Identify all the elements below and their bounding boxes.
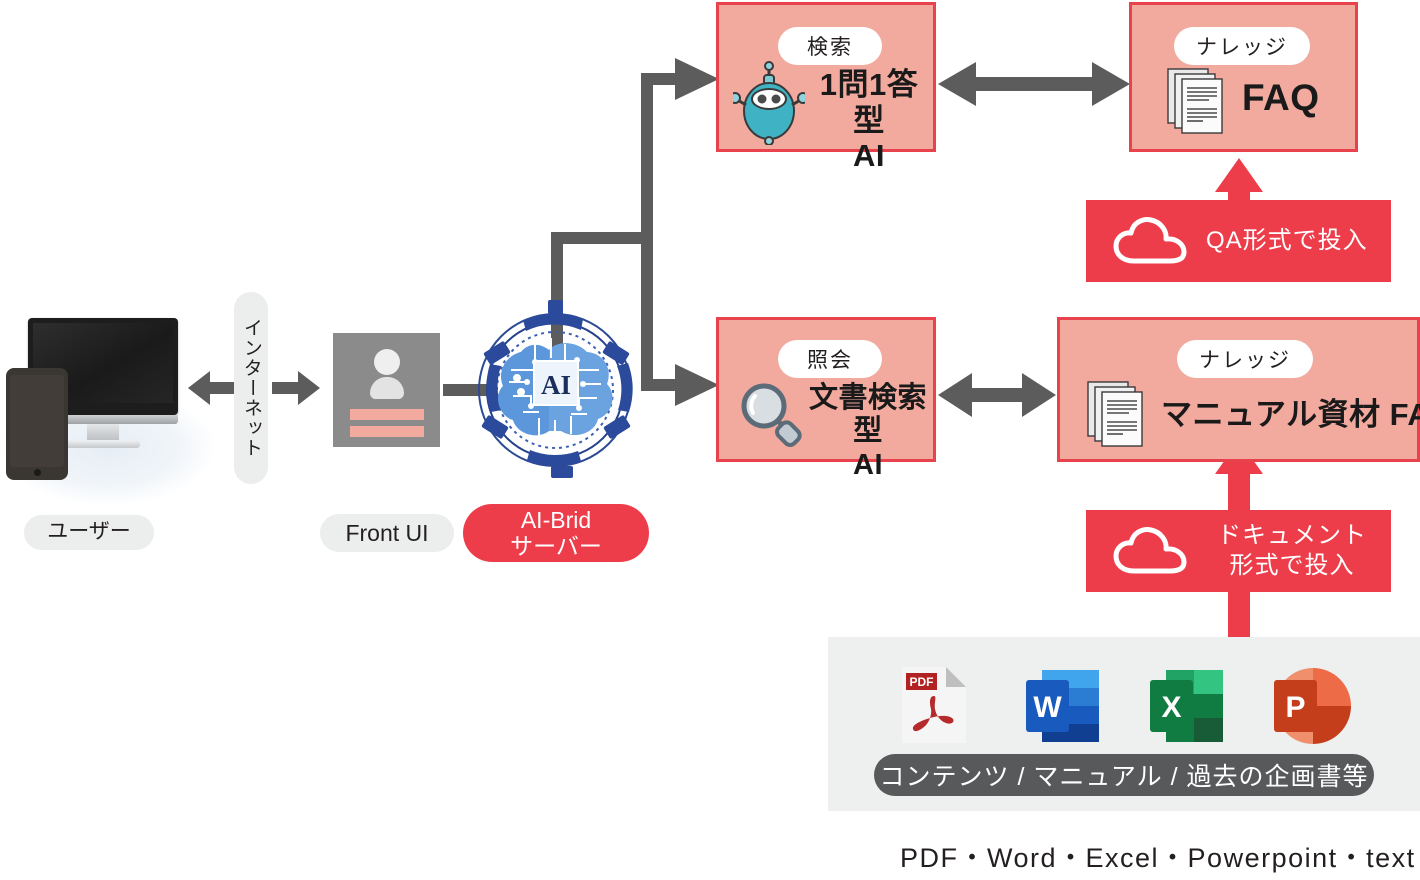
excel-file-icon: X <box>1150 670 1223 742</box>
ingest-qa-format-text: QA形式で投入 <box>1206 227 1368 254</box>
server-label-line1: AI-Brid <box>520 506 592 533</box>
arrowhead-qa-ai <box>675 58 719 100</box>
badge-inquiry: 照会 <box>778 340 882 378</box>
arrowhead-doc-ai <box>675 364 719 406</box>
box-doc-search-ai-title: 文書検索型 AI <box>803 382 933 482</box>
word-file-icon: W <box>1026 670 1099 742</box>
badge-knowledge-bottom-text: ナレッジ <box>1199 349 1291 372</box>
arrow-user-to-internet <box>188 371 236 405</box>
box-doc-search-ai[interactable]: 照会 文書検索型 AI <box>716 317 936 481</box>
badge-search: 検索 <box>778 27 882 65</box>
badge-inquiry-text: 照会 <box>807 349 853 372</box>
ingest-document-format-line1: ドキュメント <box>1217 522 1367 549</box>
user-label: ユーザー <box>24 515 154 550</box>
ai-chip-label: AI <box>541 370 571 400</box>
front-ui-card <box>330 330 443 450</box>
server-label: AI-Brid サーバー <box>463 504 649 562</box>
front-ui-label-text: Front UI <box>345 519 429 546</box>
document-stack-icon <box>1087 381 1143 447</box>
box-qa-ai-title-line2: AI <box>853 138 885 174</box>
arrow-internet-to-frontui <box>272 371 320 405</box>
ingest-qa-format[interactable]: QA形式で投入 <box>1086 200 1391 282</box>
files-panel: PDF W X P コンテンツ / マニュアル / 過去の企画書等 <box>828 637 1420 811</box>
box-manual-faq[interactable]: ナレッジ マニュアル資材 FAQ <box>1057 317 1420 462</box>
box-manual-faq-title: マニュアル資材 FAQ <box>1161 397 1420 432</box>
box-qa-ai[interactable]: 検索 1問1答型 AI <box>716 2 936 173</box>
svg-text:W: W <box>1033 691 1062 724</box>
front-ui-label: Front UI <box>320 514 454 552</box>
box-faq-title: FAQ <box>1242 77 1320 118</box>
svg-text:PDF: PDF <box>910 675 934 689</box>
arrow-doc-ai-manual <box>938 373 1056 417</box>
document-stack-icon <box>1167 68 1223 134</box>
badge-search-text: 検索 <box>807 36 853 59</box>
user-avatar-icon <box>369 349 404 399</box>
box-doc-search-ai-title-line2: AI <box>853 448 883 481</box>
box-qa-ai-title: 1問1答型 AI <box>805 67 933 174</box>
badge-knowledge-top: ナレッジ <box>1174 27 1310 65</box>
cloud-icon <box>1113 527 1187 574</box>
badge-knowledge-bottom: ナレッジ <box>1177 340 1313 378</box>
avatar-bar-1 <box>350 409 424 420</box>
powerpoint-file-icon: P <box>1274 668 1351 744</box>
svg-text:X: X <box>1161 691 1181 724</box>
box-doc-search-ai-title-line1: 文書検索型 <box>808 382 927 448</box>
formats-caption: PDF・Word・Excel・Powerpoint・text <box>900 843 1416 873</box>
badge-knowledge-top-text: ナレッジ <box>1196 36 1288 59</box>
robot-mascot-icon <box>733 61 805 145</box>
avatar-bar-2 <box>350 426 424 437</box>
pdf-file-icon: PDF <box>902 667 966 743</box>
cloud-icon <box>1113 217 1187 264</box>
arrow-qa-ai-faq <box>938 62 1130 106</box>
server-label-line2: サーバー <box>510 533 602 559</box>
tablet-illustration <box>6 368 68 480</box>
user-label-text: ユーザー <box>47 520 131 544</box>
magnifier-icon <box>741 383 802 447</box>
ingest-document-format-text: ドキュメント 形式で投入 <box>1202 521 1382 581</box>
connector-branch-horizontal <box>551 232 645 244</box>
files-caption-pill: コンテンツ / マニュアル / 過去の企画書等 <box>874 754 1374 796</box>
arrowhead-qa-to-faq <box>1215 158 1263 192</box>
internet-label-text: インターネット <box>240 318 262 458</box>
box-faq[interactable]: ナレッジ FAQ <box>1129 2 1358 152</box>
svg-text:P: P <box>1285 691 1305 724</box>
internet-label: インターネット <box>234 292 268 484</box>
diagram-canvas: ユーザー インターネット Front UI AI AI-Brid サーバー 検索… <box>0 0 1420 880</box>
ingest-document-format-line2: 形式で投入 <box>1229 552 1355 579</box>
ingest-document-format[interactable]: ドキュメント 形式で投入 <box>1086 510 1391 592</box>
box-qa-ai-title-line1: 1問1答型 <box>819 67 919 138</box>
files-caption-text: コンテンツ / マニュアル / 過去の企画書等 <box>879 763 1369 791</box>
ai-server-graphic: AI <box>465 300 645 480</box>
